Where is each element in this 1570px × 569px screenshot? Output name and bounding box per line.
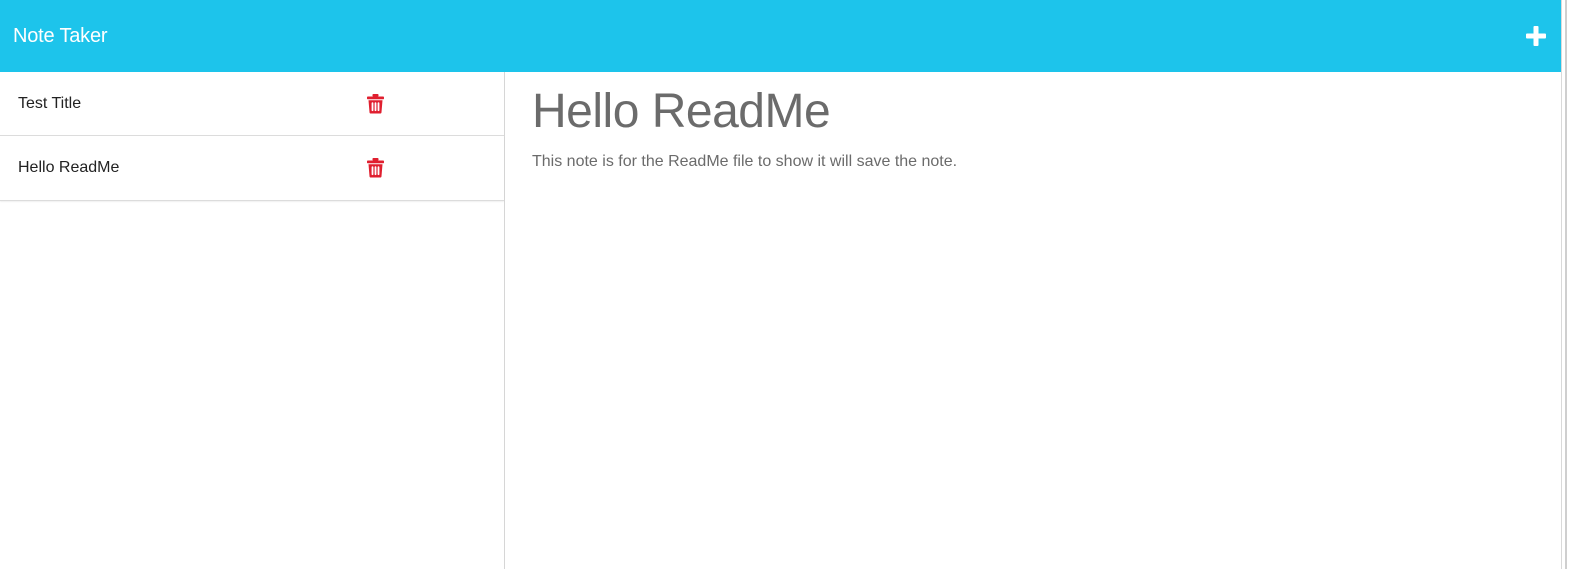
window-right-edge — [1561, 0, 1570, 569]
note-list-item-title: Hello ReadMe — [18, 159, 120, 176]
notes-list: Test Title Hello ReadMe — [0, 72, 504, 201]
note-list-item[interactable]: Hello ReadMe — [0, 136, 504, 201]
note-list-item-title: Test Title — [18, 94, 82, 112]
top-navbar: Note Taker — [0, 0, 1561, 72]
notes-sidebar: Test Title Hello ReadMe — [0, 72, 505, 569]
plus-icon[interactable] — [1523, 23, 1549, 49]
note-title-field[interactable]: Hello ReadMe — [532, 84, 831, 140]
note-detail-panel: Hello ReadMe This note is for the ReadMe… — [506, 72, 1561, 569]
note-text-field[interactable]: This note is for the ReadMe file to show… — [532, 152, 957, 172]
app-title: Note Taker — [13, 24, 108, 47]
trash-icon[interactable] — [367, 158, 384, 178]
note-list-item[interactable]: Test Title — [0, 72, 504, 136]
trash-icon[interactable] — [367, 93, 384, 114]
note-taker-app: Note Taker Test Title Hello ReadMe Hello… — [0, 0, 1570, 569]
